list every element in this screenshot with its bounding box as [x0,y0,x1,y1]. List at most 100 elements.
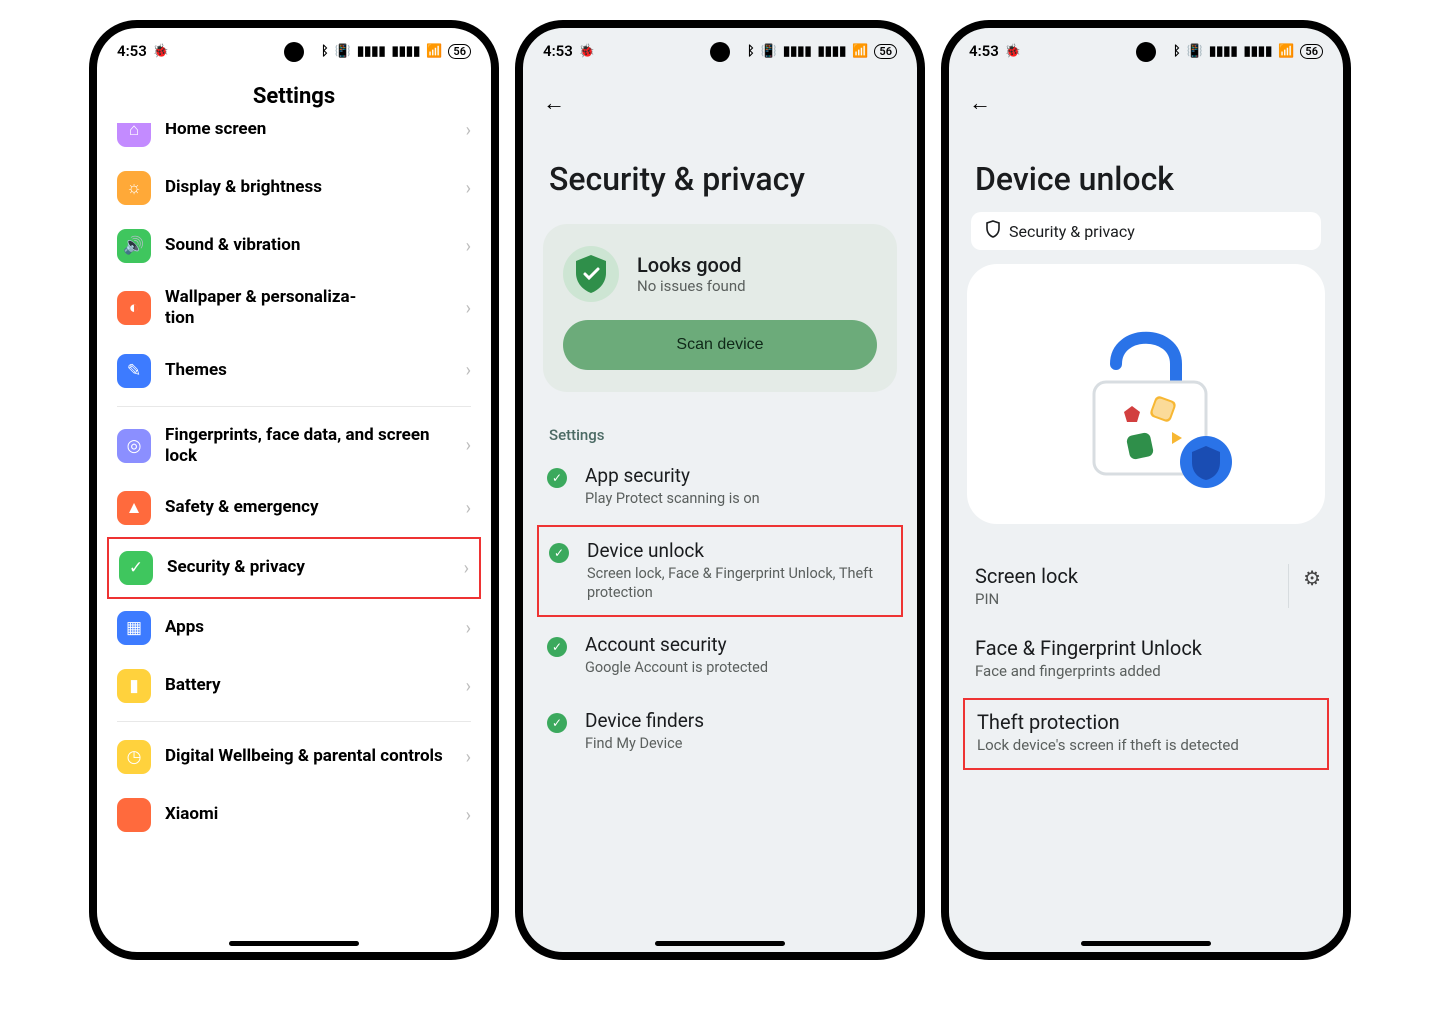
card-subtitle: No issues found [637,277,746,295]
nav-pill[interactable] [229,941,359,946]
row-label: Fingerprints, face data, and screen lock [165,425,452,468]
battery-level: 56 [874,44,897,59]
nav-pill[interactable] [1081,941,1211,946]
row-subtitle: Lock device's screen if theft is detecte… [977,736,1315,754]
check-icon: ✓ [549,543,569,563]
phone-2: 4:53 🐞 ᛒ 📳 ▮▮▮▮ ▮▮▮▮ 📶 56 ← Security & p… [515,20,925,960]
settings-row-apps[interactable]: ▦ Apps › [97,599,491,657]
shield-check-icon: ✓ [119,551,153,585]
settings-row-themes[interactable]: ✎ Themes › [97,342,491,400]
settings-row-battery[interactable]: ▮ Battery › [97,657,491,715]
wellbeing-icon: ◷ [117,740,151,774]
check-icon: ✓ [547,637,567,657]
settings-row-safety[interactable]: ▲ Safety & emergency › [97,479,491,537]
settings-row-display[interactable]: ☼ Display & brightness › [97,159,491,217]
item-title: App security [585,464,760,487]
sound-icon: 🔊 [117,229,151,263]
vibrate-icon: 📳 [335,44,351,59]
signal-icon-2: ▮▮▮▮ [392,44,421,59]
settings-row-wallpaper[interactable]: ◐ Wallpaper & personaliza- tion › [97,275,491,342]
settings-row-home-screen[interactable]: ⌂ Home screen › [97,123,491,159]
status-time: 4:53 [969,42,999,60]
home-icon: ⌂ [117,123,151,147]
item-account-security[interactable]: ✓ Account security Google Account is pro… [523,617,917,694]
status-right: ᛒ 📳 ▮▮▮▮ ▮▮▮▮ 📶 56 [747,44,897,59]
chevron-right-icon: › [466,618,471,639]
battery-level: 56 [448,44,471,59]
item-subtitle: Screen lock, Face & Fingerprint Unlock, … [587,564,891,603]
hero-illustration [967,264,1325,524]
status-right: ᛒ 📳 ▮▮▮▮ ▮▮▮▮ 📶 56 [321,44,471,59]
breadcrumb-chip[interactable]: Security & privacy [971,212,1321,250]
item-device-finders[interactable]: ✓ Device finders Find My Device [523,693,917,770]
check-icon: ✓ [547,468,567,488]
divider [117,721,471,722]
chevron-right-icon: › [466,236,471,257]
row-label: Battery [165,675,452,696]
phone-1: 4:53 🐞 ᛒ 📳 ▮▮▮▮ ▮▮▮▮ 📶 56 Settings ⌂ Hom… [89,20,499,960]
settings-row-fingerprint[interactable]: ◎ Fingerprints, face data, and screen lo… [97,413,491,480]
settings-row-xiaomi[interactable]: Xiaomi › [97,786,491,844]
wifi-icon: 📶 [852,44,868,59]
fingerprint-icon: ◎ [117,429,151,463]
status-right: ᛒ 📳 ▮▮▮▮ ▮▮▮▮ 📶 56 [1173,44,1323,59]
battery-level: 56 [1300,44,1323,59]
chevron-right-icon: › [464,558,469,579]
row-subtitle: PIN [975,590,1317,608]
item-title: Device unlock [587,539,891,562]
signal-icon: ▮▮▮▮ [1209,44,1238,59]
card-title: Looks good [637,253,746,277]
themes-icon: ✎ [117,354,151,388]
wifi-icon: 📶 [1278,44,1294,59]
settings-row-security-privacy[interactable]: ✓ Security & privacy › [109,539,479,597]
phone-3: 4:53 🐞 ᛒ 📳 ▮▮▮▮ ▮▮▮▮ 📶 56 ← Device unloc… [941,20,1351,960]
row-label: Sound & vibration [165,235,452,256]
chip-label: Security & privacy [1009,222,1135,241]
vibrate-icon: 📳 [761,44,777,59]
page-title: Settings [97,74,491,123]
row-face-fingerprint[interactable]: Face & Fingerprint Unlock Face and finge… [949,622,1343,694]
settings-row-wellbeing[interactable]: ◷ Digital Wellbeing & parental controls … [97,728,491,786]
row-screen-lock[interactable]: Screen lock PIN ⚙ [949,550,1343,622]
highlighted-theft-protection: Theft protection Lock device's screen if… [963,698,1329,770]
signal-icon-2: ▮▮▮▮ [818,44,847,59]
row-label: Xiaomi [165,804,452,825]
nav-pill[interactable] [655,941,785,946]
row-title: Screen lock [975,564,1317,588]
chevron-right-icon: › [466,435,471,456]
apps-icon: ▦ [117,611,151,645]
back-button[interactable]: ← [949,74,1343,116]
row-title: Face & Fingerprint Unlock [975,636,1317,660]
row-theft-protection[interactable]: Theft protection Lock device's screen if… [977,710,1315,754]
bluetooth-icon: ᛒ [1173,44,1181,59]
gear-icon[interactable]: ⚙ [1303,566,1321,590]
chevron-right-icon: › [466,498,471,519]
debug-icon: 🐞 [579,44,595,59]
item-device-unlock[interactable]: ✓ Device unlock Screen lock, Face & Fing… [549,539,891,603]
bluetooth-icon: ᛒ [321,44,329,59]
row-title: Theft protection [977,710,1315,734]
highlighted-security-privacy: ✓ Security & privacy › [107,537,481,599]
item-app-security[interactable]: ✓ App security Play Protect scanning is … [523,448,917,525]
bluetooth-icon: ᛒ [747,44,755,59]
brightness-icon: ☼ [117,171,151,205]
settings-row-sound[interactable]: 🔊 Sound & vibration › [97,217,491,275]
row-label: Security & privacy [167,557,450,578]
row-label: Apps [165,617,452,638]
item-subtitle: Google Account is protected [585,658,768,678]
settings-list[interactable]: ⌂ Home screen › ☼ Display & brightness ›… [97,123,491,952]
item-title: Account security [585,633,768,656]
chevron-right-icon: › [466,805,471,826]
signal-icon: ▮▮▮▮ [783,44,812,59]
signal-icon-2: ▮▮▮▮ [1244,44,1273,59]
back-button[interactable]: ← [523,74,917,116]
status-time: 4:53 [543,42,573,60]
status-time: 4:53 [117,42,147,60]
row-label: Display & brightness [165,177,452,198]
scan-device-button[interactable]: Scan device [563,320,877,370]
shield-outline-icon [985,220,1001,242]
xiaomi-icon [117,798,151,832]
row-label: Home screen [165,123,452,141]
chevron-right-icon: › [466,123,471,141]
section-label: Settings [523,392,917,448]
